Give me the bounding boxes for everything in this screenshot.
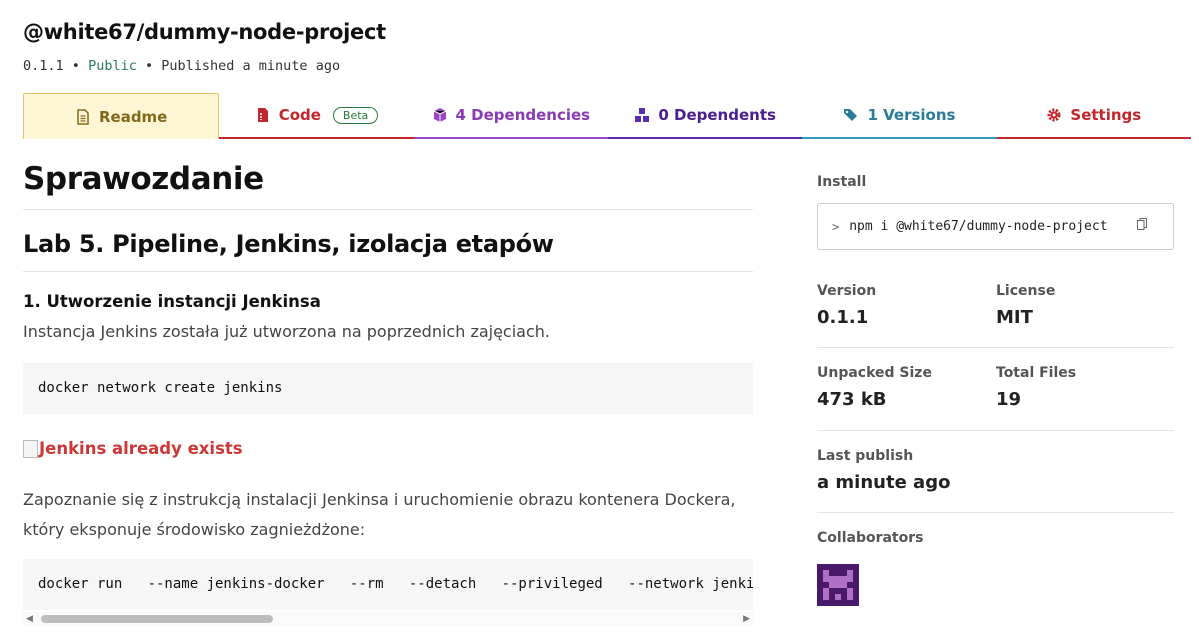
- scroll-right-icon[interactable]: ▶: [743, 614, 750, 624]
- meta-separator: •: [71, 58, 80, 74]
- last-publish-value: a minute ago: [817, 472, 951, 493]
- total-files-value: 19: [996, 389, 1022, 410]
- package-version: 0.1.1: [23, 58, 64, 74]
- divider: [23, 271, 753, 272]
- tab-settings-label: Settings: [1070, 106, 1142, 124]
- readme-paragraph: Zapoznanie się z instrukcją instalacji J…: [23, 490, 736, 539]
- tab-dependents-label: 0 Dependents: [658, 106, 776, 124]
- tab-readme[interactable]: Readme: [23, 93, 220, 139]
- last-publish-label: Last publish: [817, 448, 914, 464]
- unpacked-size-stat: Unpacked Size 473 kB: [817, 365, 932, 410]
- total-files-stat: Total Files 19: [996, 365, 1076, 410]
- last-publish-stat: Last publish a minute ago: [817, 448, 950, 493]
- readme-paragraph: Instancja Jenkins została już utworzona …: [23, 322, 550, 341]
- divider: [817, 347, 1174, 348]
- tab-readme-label: Readme: [98, 107, 168, 126]
- license-value: MIT: [996, 307, 1033, 328]
- collaborator-avatar[interactable]: [817, 564, 859, 606]
- version-stat: Version 0.1.1: [817, 283, 876, 328]
- readme-heading-3: 1. Utworzenie instancji Jenkinsa: [23, 292, 321, 311]
- boxes-icon: [635, 108, 650, 122]
- image-alt-text: Jenkins already exists: [39, 439, 243, 458]
- divider: [817, 512, 1174, 513]
- scrollbar-thumb[interactable]: [41, 615, 273, 623]
- readme-heading-1: Sprawozdanie: [23, 161, 264, 197]
- install-command: npm i @white67/dummy-node-project: [849, 219, 1108, 234]
- package-tabs: Readme Code Beta 4 Dependencies 0 Depend…: [23, 93, 1191, 139]
- code-block: docker run --name jenkins-docker --rm --…: [23, 559, 753, 610]
- package-title: @white67/dummy-node-project: [23, 20, 386, 44]
- tab-versions-label: 1 Versions: [867, 106, 956, 124]
- package-meta: 0.1.1 • Public • Published a minute ago: [23, 58, 340, 74]
- box-icon: [433, 108, 446, 122]
- code-block: docker network create jenkins: [23, 363, 753, 414]
- prompt-icon: >: [832, 219, 840, 234]
- license-stat: License MIT: [996, 283, 1055, 328]
- meta-separator: •: [144, 58, 154, 74]
- unpacked-size-label: Unpacked Size: [817, 365, 932, 381]
- tab-dependencies-label: 4 Dependencies: [455, 106, 591, 124]
- horizontal-scrollbar[interactable]: ◀ ▶: [23, 612, 753, 626]
- copy-icon[interactable]: [1137, 218, 1147, 230]
- tab-versions[interactable]: 1 Versions: [802, 93, 997, 139]
- collaborators-label: Collaborators: [817, 530, 924, 546]
- code-file-icon: [257, 108, 268, 122]
- total-files-label: Total Files: [996, 365, 1077, 381]
- package-visibility: Public: [88, 58, 137, 74]
- unpacked-size-value: 473 kB: [817, 389, 887, 410]
- divider: [23, 209, 753, 210]
- broken-image-icon: [23, 439, 38, 458]
- readme-content: Sprawozdanie Lab 5. Pipeline, Jenkins, i…: [23, 139, 753, 632]
- package-published: Published a minute ago: [161, 58, 341, 74]
- gear-icon: [1047, 108, 1061, 122]
- tab-code-label: Code: [278, 106, 321, 124]
- install-command-box[interactable]: > npm i @white67/dummy-node-project: [817, 203, 1174, 250]
- version-label: Version: [817, 283, 877, 299]
- broken-image-link[interactable]: Jenkins already exists: [23, 439, 243, 458]
- collaborators-stat: Collaborators: [817, 530, 923, 546]
- version-value: 0.1.1: [817, 307, 869, 328]
- tab-code[interactable]: Code Beta: [219, 93, 414, 139]
- readme-icon: [77, 108, 89, 125]
- license-label: License: [996, 283, 1056, 299]
- divider: [817, 430, 1174, 431]
- tab-settings[interactable]: Settings: [996, 93, 1191, 139]
- tab-dependencies[interactable]: 4 Dependencies: [413, 93, 608, 139]
- beta-badge: Beta: [332, 106, 379, 124]
- readme-heading-2: Lab 5. Pipeline, Jenkins, izolacja etapó…: [23, 230, 554, 258]
- install-label: Install: [817, 174, 867, 190]
- tags-icon: [844, 109, 858, 121]
- tab-dependents[interactable]: 0 Dependents: [607, 93, 803, 139]
- scroll-left-icon[interactable]: ◀: [26, 614, 33, 624]
